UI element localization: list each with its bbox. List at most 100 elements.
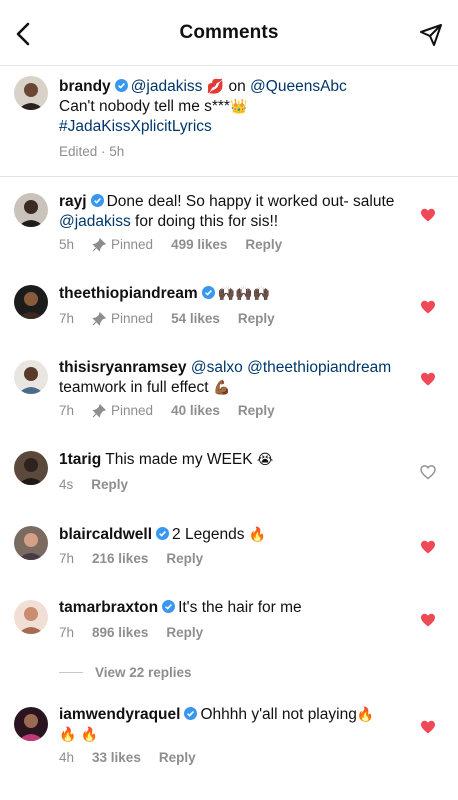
username[interactable]: 1tarig <box>59 451 101 468</box>
pin-icon <box>92 237 107 252</box>
comment-item: blaircaldwell 2 Legends 🔥 7h 216 likes Re… <box>0 510 458 585</box>
comment-meta: 4s Reply <box>59 477 146 492</box>
comment-body: Ohhhh y'all not playing <box>200 706 357 723</box>
username[interactable]: theethiopiandream <box>59 285 198 302</box>
back-arrow-icon[interactable] <box>12 22 34 46</box>
fire-emoji: 🔥 <box>356 707 375 723</box>
comment-meta: 7h 216 likes Reply <box>59 551 221 566</box>
comment-time: 7h <box>59 625 75 640</box>
avatar[interactable] <box>14 285 48 319</box>
comment-item: theethiopiandream 🙌🏿🙌🏿🙌🏿 7h Pinned 54 lik… <box>0 264 458 340</box>
likes-count[interactable]: 40 likes <box>171 403 220 418</box>
comment-time: 7h <box>59 311 75 326</box>
comment-text: tamarbraxton It's the hair for me <box>59 598 406 618</box>
comment-time: 5h <box>59 237 75 252</box>
avatar[interactable] <box>14 600 48 634</box>
verified-icon <box>201 285 215 299</box>
comment-meta: 7h Pinned 40 likes Reply <box>59 403 293 418</box>
heart-outline-icon[interactable] <box>420 464 436 480</box>
avatar[interactable] <box>14 360 48 394</box>
raised-hands-emoji: 🙌🏿🙌🏿🙌🏿 <box>217 286 270 302</box>
pinned-label: Pinned <box>92 311 153 326</box>
reply-button[interactable]: Reply <box>159 750 196 765</box>
avatar[interactable] <box>14 526 48 560</box>
verified-icon <box>156 526 170 540</box>
view-replies-label: View 22 replies <box>95 665 192 680</box>
crying-emoji: 😭 <box>256 452 274 468</box>
comment-body: teamwork in full effect <box>59 379 209 396</box>
heart-icon[interactable] <box>420 299 436 315</box>
likes-count[interactable]: 54 likes <box>171 311 220 326</box>
comment-item: iamwendyraquel Ohhhh y'all not playing🔥 🔥… <box>0 690 458 780</box>
comment-time: 4s <box>59 477 74 492</box>
comment-time: 7h <box>59 551 75 566</box>
comment-text: blaircaldwell 2 Legends 🔥 <box>59 525 406 545</box>
pin-icon <box>92 403 107 418</box>
avatar[interactable] <box>14 451 48 485</box>
reply-button[interactable]: Reply <box>238 403 275 418</box>
username[interactable]: tamarbraxton <box>59 599 158 616</box>
pinned-label: Pinned <box>92 403 153 418</box>
heart-icon[interactable] <box>420 371 436 387</box>
reply-button[interactable]: Reply <box>166 551 203 566</box>
crown-emoji: 👑 <box>229 99 248 115</box>
comment-text: thisisryanramsey @salxo @theethiopiandre… <box>59 358 406 398</box>
post-caption: brandy @jadakiss 💋 on @QueensAbc Can't no… <box>0 66 458 177</box>
mention-link[interactable]: @jadakiss <box>59 213 131 230</box>
username[interactable]: brandy <box>59 78 111 95</box>
mention-link[interactable]: @salxo <box>191 359 243 376</box>
heart-icon[interactable] <box>420 207 436 223</box>
send-icon[interactable] <box>418 22 444 48</box>
mention-link[interactable]: @theethiopiandream <box>247 359 391 376</box>
comment-text: theethiopiandream 🙌🏿🙌🏿🙌🏿 <box>59 284 406 304</box>
heart-icon[interactable] <box>420 719 436 735</box>
reply-button[interactable]: Reply <box>166 625 203 640</box>
reply-button[interactable]: Reply <box>238 311 275 326</box>
username[interactable]: thisisryanramsey <box>59 359 187 376</box>
username[interactable]: iamwendyraquel <box>59 706 180 723</box>
reply-button[interactable]: Reply <box>91 477 128 492</box>
avatar[interactable] <box>14 76 48 110</box>
comment-meta: 4h 33 likes Reply <box>59 750 214 765</box>
username[interactable]: blaircaldwell <box>59 526 152 543</box>
comment-body: for doing this for sis!! <box>135 213 279 230</box>
top-bar: Comments <box>0 0 458 66</box>
comment-item: thisisryanramsey @salxo @theethiopiandre… <box>0 340 458 435</box>
likes-count[interactable]: 499 likes <box>171 237 227 252</box>
comment-item: 1tarig This made my WEEK 😭 4s Reply <box>0 435 458 510</box>
edited-time: Edited · 5h <box>59 144 125 159</box>
caption-text: brandy @jadakiss 💋 on @QueensAbc Can't no… <box>59 77 444 137</box>
fire-emoji: 🔥 🔥 <box>59 727 99 743</box>
view-replies-button[interactable]: View 22 replies <box>59 665 192 680</box>
likes-count[interactable]: 896 likes <box>92 625 148 640</box>
comment-body: 2 Legends <box>172 526 245 543</box>
heart-icon[interactable] <box>420 612 436 628</box>
likes-count[interactable]: 216 likes <box>92 551 148 566</box>
divider <box>59 672 83 673</box>
avatar[interactable] <box>14 193 48 227</box>
comment-body: Done deal! So happy it worked out- salut… <box>106 193 395 210</box>
comment-meta: 5h Pinned 499 likes Reply <box>59 237 300 252</box>
avatar[interactable] <box>14 707 48 741</box>
mention-link[interactable]: @jadakiss <box>131 78 203 95</box>
caption-meta: Edited · 5h <box>59 144 142 159</box>
page-title: Comments <box>179 21 279 43</box>
likes-count[interactable]: 33 likes <box>92 750 141 765</box>
comment-text: 1tarig This made my WEEK 😭 <box>59 450 406 470</box>
muscle-emoji: 💪🏾 <box>212 380 231 396</box>
comment-text: rayj Done deal! So happy it worked out- s… <box>59 192 406 232</box>
username[interactable]: rayj <box>59 193 87 210</box>
comment-text: iamwendyraquel Ohhhh y'all not playing🔥 🔥… <box>59 705 406 745</box>
caption-word: on <box>228 78 246 95</box>
comment-meta: 7h Pinned 54 likes Reply <box>59 311 293 326</box>
comment-item: tamarbraxton It's the hair for me 7h 896 … <box>0 585 458 655</box>
comment-time: 4h <box>59 750 75 765</box>
verified-icon <box>184 706 198 720</box>
hashtag-link[interactable]: #JadaKissXplicitLyrics <box>59 118 212 135</box>
mention-link[interactable]: @QueensAbc <box>250 78 347 95</box>
verified-icon <box>162 599 176 613</box>
heart-icon[interactable] <box>420 539 436 555</box>
caption-line: Can't nobody tell me s*** <box>59 98 230 115</box>
reply-button[interactable]: Reply <box>245 237 282 252</box>
verified-icon <box>114 78 128 92</box>
